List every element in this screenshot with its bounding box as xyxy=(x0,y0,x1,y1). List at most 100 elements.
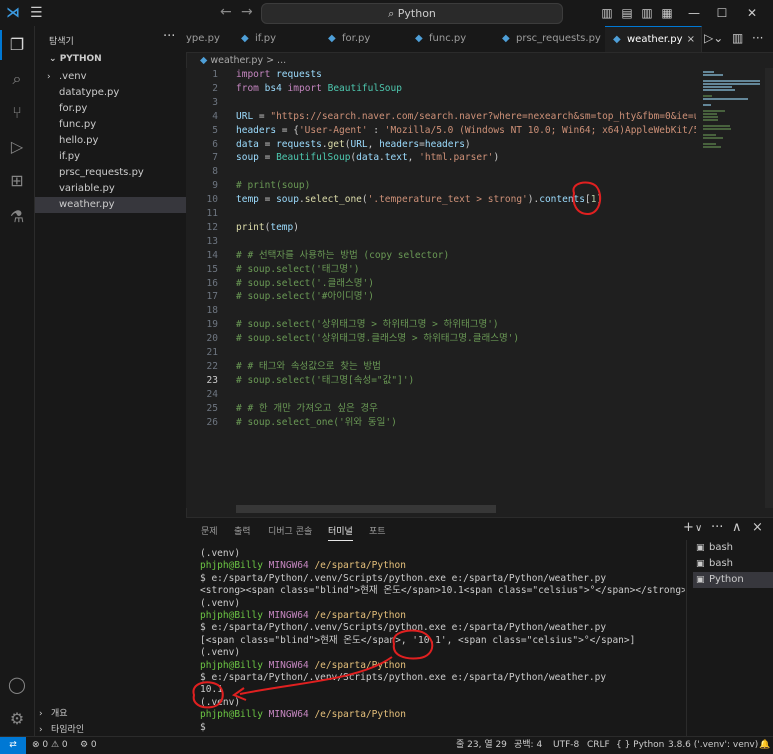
code-line[interactable]: data = requests.get(URL, headers=headers… xyxy=(236,138,471,152)
terminal-item-bash-1[interactable]: ▣ bash xyxy=(693,540,773,556)
close-tab-icon[interactable]: × xyxy=(687,27,695,52)
problems-status[interactable]: ⊗ 0 ⚠ 0 xyxy=(32,737,68,754)
code-line[interactable]: # soup.select('.클래스명') xyxy=(236,277,374,291)
panel-more-icon[interactable]: ··· xyxy=(711,520,723,535)
terminal-item-bash-2[interactable]: ▣ bash xyxy=(693,556,773,572)
vertical-scrollbar[interactable] xyxy=(765,68,773,508)
file-item-venv[interactable]: › .venv xyxy=(35,69,186,85)
settings-gear-icon[interactable]: ⚙ xyxy=(6,708,28,730)
back-arrow-icon[interactable]: ← xyxy=(220,4,232,20)
eol-status[interactable]: CRLF xyxy=(587,737,610,754)
tab-if[interactable]: ◆ if.py xyxy=(233,26,321,52)
search-icon[interactable]: ⌕ xyxy=(6,68,28,90)
code-editor[interactable]: 1 import requests 2 from bs4 import Beautif… xyxy=(186,68,696,508)
remote-indicator-icon[interactable]: ⇄ xyxy=(0,737,26,754)
code-line[interactable]: # soup.select('#아이디명') xyxy=(236,290,374,304)
horizontal-scrollbar[interactable] xyxy=(236,505,496,513)
layout-icon[interactable]: ▦ xyxy=(657,3,677,23)
notifications-bell-icon[interactable]: 🔔 xyxy=(759,737,770,754)
code-line[interactable]: import requests xyxy=(236,68,322,82)
code-line[interactable]: # # 선택자를 사용하는 방법 (copy selector) xyxy=(236,249,449,263)
file-item-weather[interactable]: weather.py xyxy=(35,197,186,213)
line-number: 11 xyxy=(206,208,218,219)
code-line[interactable]: # # 태그와 속성값으로 찾는 방법 xyxy=(236,360,381,374)
account-icon[interactable]: ◯ xyxy=(6,674,28,696)
line-number: 8 xyxy=(212,166,218,178)
encoding-status[interactable]: UTF-8 xyxy=(553,737,579,754)
python-interpreter[interactable]: 3.8.6 ('.venv': venv) xyxy=(668,737,758,754)
code-line[interactable]: # soup.select_one('위와 동일') xyxy=(236,416,397,430)
terminal-output[interactable]: (.venv) phjph@Billy MINGW64 /e/sparta/Pyt… xyxy=(200,548,685,736)
outline-section[interactable]: › 개요 xyxy=(35,706,186,722)
code-line[interactable]: soup = BeautifulSoup(data.text, 'html.pa… xyxy=(236,151,499,165)
tab-weather[interactable]: ◆ weather.py × xyxy=(605,26,702,52)
panel-tab-problems[interactable]: 문제 xyxy=(201,524,218,537)
split-editor-icon[interactable]: ▥ xyxy=(732,31,743,45)
code-line[interactable]: # # 한 개만 가져오고 싶은 경우 xyxy=(236,402,378,416)
file-item-hello[interactable]: hello.py xyxy=(35,133,186,149)
toggle-panel-icon[interactable]: ▤ xyxy=(617,3,637,23)
code-line[interactable]: # soup.select('상위태그명 > 하위태그명 > 하위태그명') xyxy=(236,318,499,332)
toggle-secondary-icon[interactable]: ▥ xyxy=(637,3,657,23)
forward-arrow-icon[interactable]: → xyxy=(241,4,253,20)
search-icon: ⌕ xyxy=(388,7,398,20)
breadcrumb[interactable]: ◆ weather.py > ... xyxy=(200,54,286,68)
close-panel-icon[interactable]: × xyxy=(752,520,763,535)
panel-tab-ports[interactable]: 포트 xyxy=(369,524,386,537)
code-line[interactable]: URL = "https://search.naver.com/search.n… xyxy=(236,110,696,124)
terminal-icon: ▣ xyxy=(696,559,705,569)
code-line[interactable]: # soup.select('태그명[속성="값"]') xyxy=(236,374,414,388)
terminal-item-python[interactable]: ▣ Python xyxy=(693,572,773,588)
tab-for[interactable]: ◆ for.py xyxy=(320,26,408,52)
toggle-sidebar-icon[interactable]: ▥ xyxy=(597,3,617,23)
status-bar: ⇄ ⊗ 0 ⚠ 0 ⚙ 0 줄 23, 열 29 공백: 4 UTF-8 CRL… xyxy=(0,736,773,754)
panel-tab-output[interactable]: 출력 xyxy=(234,524,251,537)
new-terminal-icon[interactable]: + xyxy=(683,520,694,535)
tab-func[interactable]: ◆ func.py xyxy=(407,26,495,52)
testing-icon[interactable]: ⚗ xyxy=(6,206,28,228)
cursor-position[interactable]: 줄 23, 열 29 xyxy=(456,737,507,754)
terminal-line: $ e:/sparta/Python/.venv/Scripts/python.… xyxy=(200,672,607,683)
chevron-down-icon: ⌄ xyxy=(49,54,60,64)
tab-prsc-requests[interactable]: ◆ prsc_requests.py xyxy=(494,26,606,52)
workspace-folder[interactable]: ⌄ PYTHON xyxy=(49,54,102,64)
source-control-icon[interactable]: ⑂ xyxy=(6,102,28,124)
panel-tab-debug-console[interactable]: 디버그 콘솔 xyxy=(268,524,312,537)
run-debug-icon[interactable]: ▷ xyxy=(6,136,28,158)
file-item-datatype[interactable]: datatype.py xyxy=(35,85,186,101)
file-item-for[interactable]: for.py xyxy=(35,101,186,117)
more-actions-icon[interactable]: ··· xyxy=(163,29,175,44)
minimap-line xyxy=(703,110,726,112)
file-item-func[interactable]: func.py xyxy=(35,117,186,133)
minimap-line xyxy=(703,71,714,73)
panel-tab-terminal[interactable]: 터미널 xyxy=(328,524,353,541)
terminal-line: $ e:/sparta/Python/.venv/Scripts/python.… xyxy=(200,622,607,634)
code-line[interactable]: # print(soup) xyxy=(236,179,310,193)
code-line[interactable]: temp = soup.select_one('.temperature_tex… xyxy=(236,193,602,207)
code-line[interactable]: # soup.select('상위태그명.클래스명 > 하위태그명.클래스명') xyxy=(236,332,519,346)
code-line[interactable]: headers = {'User-Agent' : 'Mozilla/5.0 (… xyxy=(236,124,696,138)
code-line[interactable]: print(temp) xyxy=(236,221,299,235)
maximize-icon[interactable]: ☐ xyxy=(712,3,732,23)
code-line[interactable]: from bs4 import BeautifulSoup xyxy=(236,82,402,96)
close-icon[interactable]: ✕ xyxy=(742,3,762,23)
tab-datatype[interactable]: ype.py xyxy=(186,26,234,52)
file-item-prsc-requests[interactable]: prsc_requests.py xyxy=(35,165,186,181)
extensions-icon[interactable]: ⊞ xyxy=(6,170,28,192)
file-item-if[interactable]: if.py xyxy=(35,149,186,165)
command-center-search[interactable]: ⌕ Python xyxy=(261,3,563,24)
minimap[interactable] xyxy=(703,68,765,508)
indentation-status[interactable]: 공백: 4 xyxy=(514,737,542,754)
language-mode[interactable]: { } Python xyxy=(616,737,664,754)
run-python-icon[interactable]: ▷⌄ xyxy=(704,31,723,45)
editor-more-icon[interactable]: ··· xyxy=(752,31,763,45)
file-item-variable[interactable]: variable.py xyxy=(35,181,186,197)
code-line[interactable]: # soup.select('태그명') xyxy=(236,263,359,277)
ports-status[interactable]: ⚙ 0 xyxy=(80,737,97,754)
terminal-dropdown-icon[interactable]: ∨ xyxy=(695,523,702,534)
explorer-icon[interactable]: ❐ xyxy=(0,30,28,60)
maximize-panel-icon[interactable]: ∧ xyxy=(732,520,742,535)
menu-icon[interactable]: ☰ xyxy=(30,6,48,20)
line-number: 13 xyxy=(206,235,218,247)
minimize-icon[interactable]: — xyxy=(684,3,704,23)
